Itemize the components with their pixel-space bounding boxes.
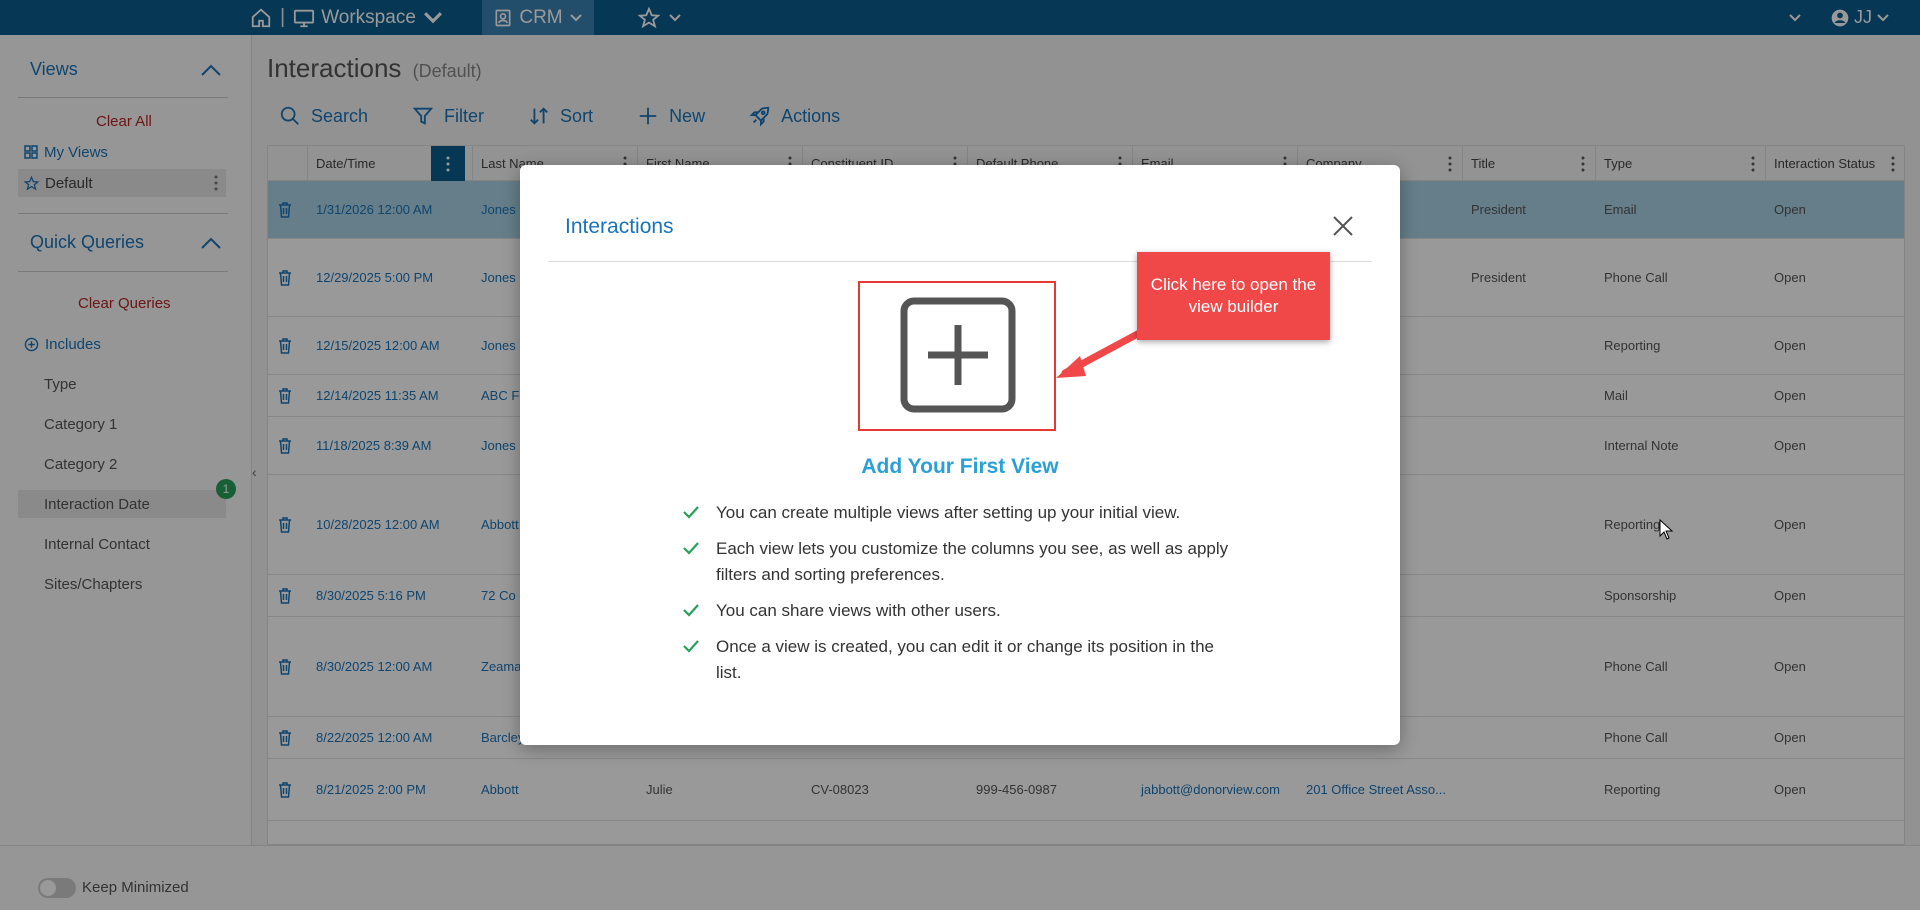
add-first-view-title: Add Your First View [861,455,1059,478]
feature-item: You can share views with other users. [680,598,1240,624]
view-builder-callout: Click here to open the view builder [1137,252,1330,340]
check-icon [683,640,699,653]
feature-list: You can create multiple views after sett… [680,500,1240,696]
plus-square-icon [900,297,1016,413]
close-icon[interactable] [1332,215,1354,237]
add-view-button[interactable] [858,281,1056,431]
feature-item: Each view lets you customize the columns… [680,536,1240,588]
modal-title: Interactions [565,215,674,238]
check-icon [683,506,699,519]
feature-item: Once a view is created, you can edit it … [680,634,1240,686]
check-icon [683,542,699,555]
feature-item: You can create multiple views after sett… [680,500,1240,526]
mouse-cursor-icon [1659,519,1673,540]
check-icon [683,604,699,617]
